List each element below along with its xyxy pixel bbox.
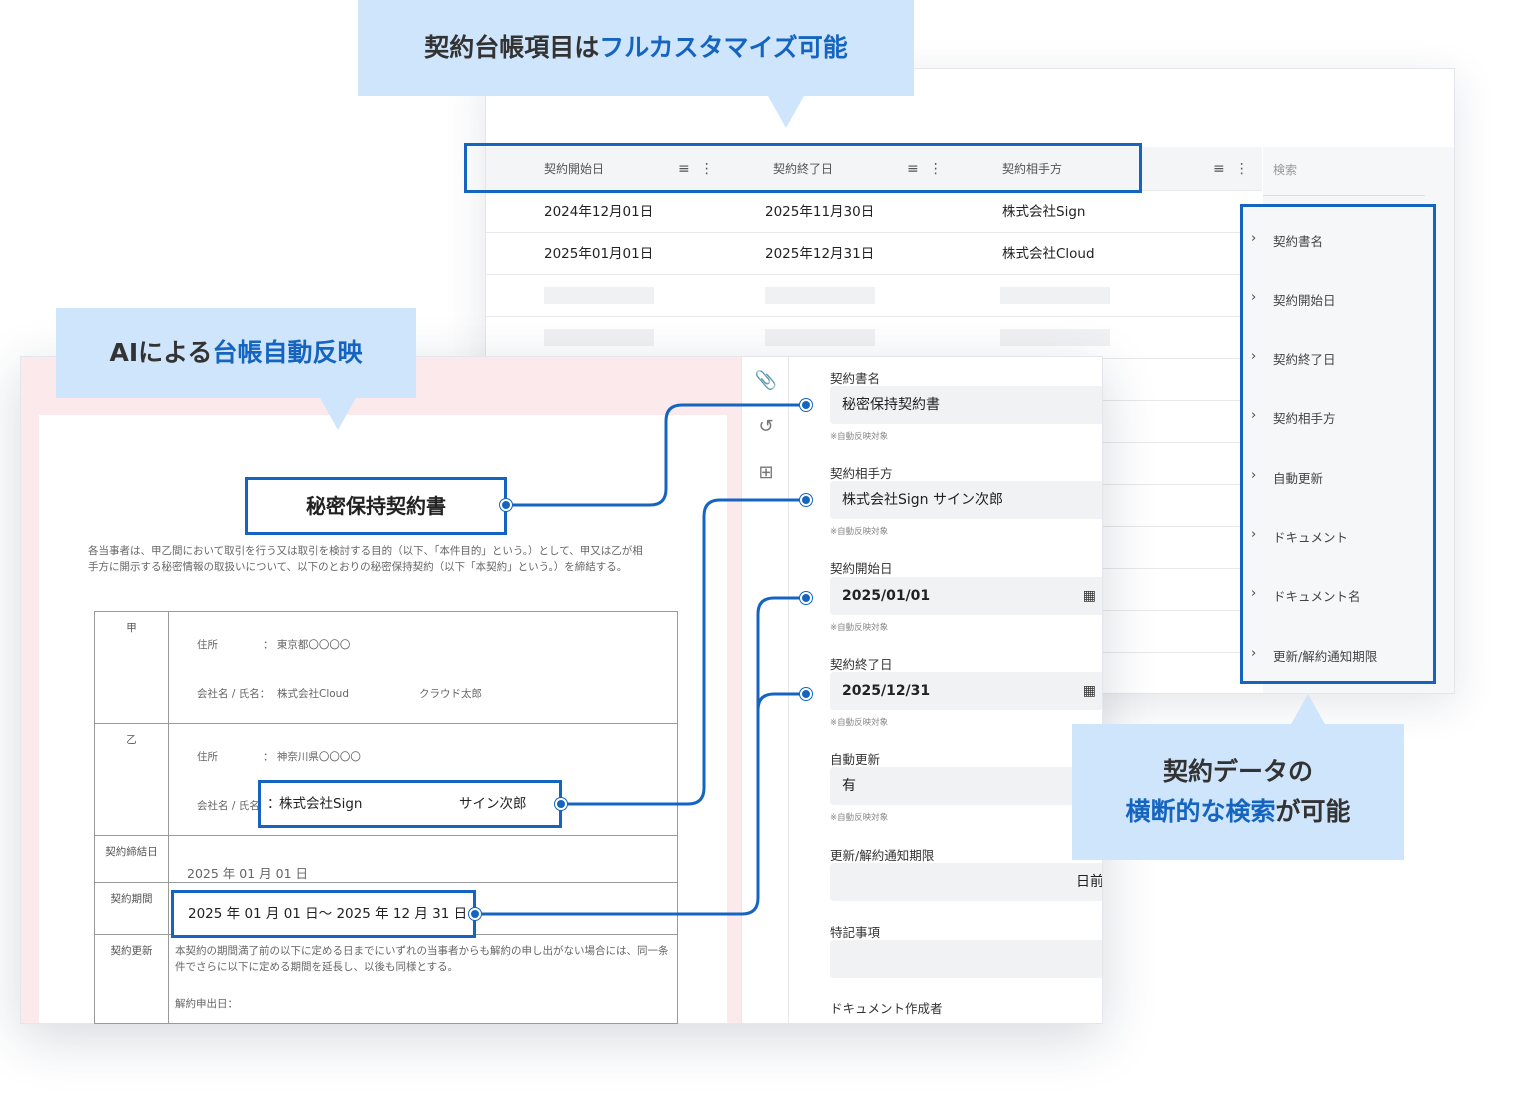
connector-end-date — [756, 692, 806, 760]
connector-dot — [555, 798, 567, 810]
connector-dot — [800, 494, 812, 506]
connector-dot — [469, 908, 481, 920]
connector-title — [506, 403, 806, 507]
connector-dot — [500, 499, 512, 511]
connector-dot — [800, 688, 812, 700]
connector-start-date — [475, 596, 806, 916]
connector-lines — [475, 403, 806, 916]
connector-dot — [800, 399, 812, 411]
connector-counterparty — [561, 498, 806, 806]
connector-dot — [800, 592, 812, 604]
